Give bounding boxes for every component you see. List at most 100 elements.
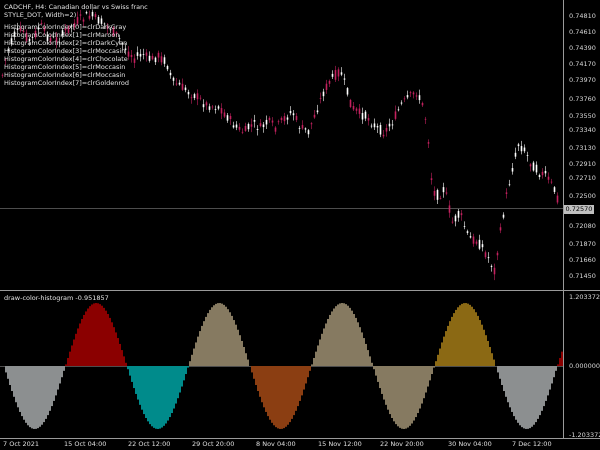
candle-body [403,98,406,100]
histogram-bar [91,304,93,366]
candle-body [232,125,235,128]
histogram-bar [513,366,515,417]
histogram-bar [479,320,481,366]
candle-body [217,106,220,109]
histogram-bar [317,345,319,366]
histogram-bar [131,366,133,382]
candle-body [463,226,466,227]
candle-body [91,11,94,17]
histogram-bar [355,317,357,366]
candle-body [382,134,385,137]
histogram-bar [537,366,539,419]
histogram-bar [499,366,501,379]
histogram-bar [37,366,39,429]
histogram-bar [157,366,159,429]
histogram-bar [363,338,365,366]
histogram-bar [77,328,79,366]
histogram-bar [319,339,321,366]
histogram-bar [427,366,429,387]
histogram-bar [31,366,33,429]
histogram-bar [283,366,285,429]
candle-body [211,106,214,108]
candle-body [136,52,139,56]
candle-body [172,77,175,81]
histogram-bar [95,303,97,366]
histogram-bar [101,305,103,366]
color-index-line: HistogramColorIndex[4]=clrChocolate [4,55,128,63]
histogram-bar [339,303,341,366]
histogram-bar [299,366,301,401]
histogram-bar [267,366,269,417]
histogram-bar [117,338,119,366]
histogram-bar [303,366,305,390]
candle-body [355,108,358,111]
histogram-bar [349,307,351,366]
histogram-bar [449,321,451,366]
histogram-bar [89,306,91,366]
candle-body [157,52,160,58]
histogram-bar [103,307,105,366]
histogram-bar [35,366,37,429]
candle-body [208,106,211,110]
candle-body [424,118,427,120]
histogram-bar [99,304,101,366]
histogram-bar [471,306,473,366]
histogram-bar [237,329,239,366]
candle-body [319,98,322,99]
histogram-bar [147,366,149,422]
color-index-line: HistogramColorIndex[7]=clrGoldenrod [4,79,129,87]
candle-body [367,118,370,121]
histogram-bar [553,366,555,378]
histogram-bar [523,366,525,429]
histogram-bar [199,331,201,366]
histogram-bar [337,304,339,366]
candle-body [532,162,535,171]
histogram-bar [75,333,77,366]
candle-body [205,102,208,106]
candle-body [475,241,478,244]
histogram-bar [467,303,469,366]
histogram-bar [309,366,311,371]
candle-body [259,123,262,127]
candle-body [481,244,484,248]
histogram-bar [255,366,257,386]
histogram-bar [67,357,69,366]
candle-body [487,257,490,259]
candle-body [160,56,163,63]
histogram-bar [45,366,47,419]
candle-body [262,124,265,128]
histogram-bar [445,331,447,366]
histogram-bar [461,303,463,366]
color-index-line: HistogramColorIndex[3]=clrMoccasin [4,47,126,55]
indicator-title: draw-color-histogram -0.951857 [4,294,109,302]
candle-body [433,190,436,196]
candle-body [235,124,238,128]
candle-body [496,252,499,256]
candle-body [283,116,286,122]
candle-body [388,123,391,127]
histogram-bar [215,303,217,366]
candle-body [436,190,439,200]
histogram-bar [211,307,213,366]
candle-body [241,131,244,133]
candle-body [511,168,514,172]
histogram-bar [307,366,309,378]
histogram-bar [243,346,245,366]
price-label: 0.73760 [569,95,596,103]
histogram-bar [285,366,287,427]
histogram-bar [293,366,295,416]
histogram-bar [63,366,65,371]
histogram-bar [533,366,535,425]
histogram-bar [357,322,359,366]
candle-body [454,215,457,222]
candle-body [193,94,196,99]
histogram-bar [61,366,63,378]
histogram-bar [143,366,145,415]
candle-body [373,123,376,128]
histogram-bar [73,339,75,366]
histogram-bar [401,366,403,429]
histogram-bar [547,366,549,396]
candle-body [343,78,346,80]
price-label: 0.73130 [569,144,596,152]
histogram-bar [489,346,491,366]
